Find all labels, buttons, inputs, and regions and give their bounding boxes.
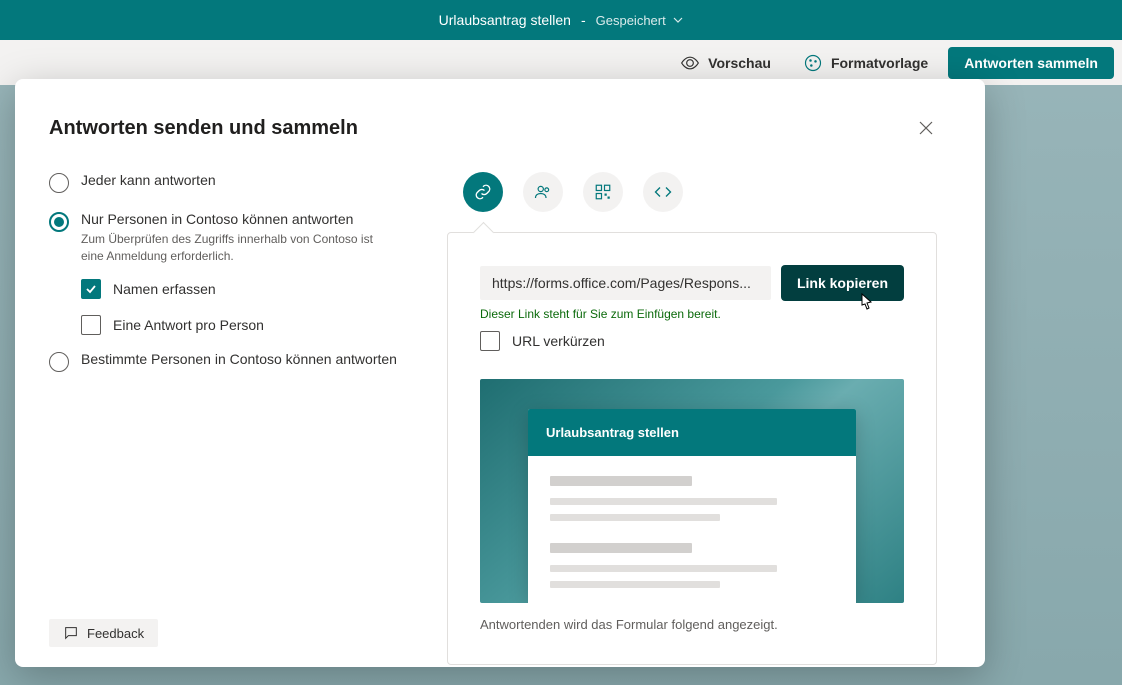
tab-embed[interactable] bbox=[643, 172, 683, 212]
palette-icon bbox=[803, 53, 823, 73]
share-link-panel: Link kopieren Dieser Link steht für Sie … bbox=[447, 232, 937, 665]
option-anyone[interactable]: Jeder kann antworten bbox=[49, 172, 419, 193]
option-record-name[interactable]: Namen erfassen bbox=[81, 279, 419, 299]
people-icon bbox=[534, 183, 552, 201]
preview-title: Urlaubsantrag stellen bbox=[528, 409, 856, 456]
title-separator: - bbox=[581, 12, 586, 28]
checkbox-icon bbox=[480, 331, 500, 351]
share-url-input[interactable] bbox=[480, 266, 771, 300]
option-specific[interactable]: Bestimmte Personen in Contoso können ant… bbox=[49, 351, 419, 372]
radio-icon bbox=[49, 173, 69, 193]
radio-icon bbox=[49, 352, 69, 372]
checkbox-icon bbox=[81, 279, 101, 299]
chat-icon bbox=[63, 625, 79, 641]
copy-status: Dieser Link steht für Sie zum Einfügen b… bbox=[480, 307, 904, 321]
code-icon bbox=[654, 183, 672, 201]
preview-caption: Antwortenden wird das Formular folgend a… bbox=[480, 617, 904, 632]
collect-responses-dialog: Antworten senden und sammeln Jeder kann … bbox=[15, 79, 985, 667]
tab-link[interactable] bbox=[463, 172, 503, 212]
copy-link-button[interactable]: Link kopieren bbox=[781, 265, 904, 301]
checkbox-icon bbox=[81, 315, 101, 335]
feedback-button[interactable]: Feedback bbox=[49, 619, 158, 647]
audience-options: Jeder kann antworten Nur Personen in Con… bbox=[49, 172, 419, 665]
shorten-url-option[interactable]: URL verkürzen bbox=[480, 331, 904, 351]
close-icon bbox=[919, 121, 933, 135]
share-method-tabs bbox=[463, 172, 937, 212]
link-icon bbox=[474, 183, 492, 201]
chevron-down-icon bbox=[673, 13, 683, 28]
option-org[interactable]: Nur Personen in Contoso können antworten… bbox=[49, 211, 419, 265]
dialog-title: Antworten senden und sammeln bbox=[49, 117, 358, 140]
save-status[interactable]: Gespeichert bbox=[596, 13, 684, 28]
app-top-bar: Urlaubsantrag stellen - Gespeichert bbox=[0, 0, 1122, 40]
preview-body bbox=[528, 456, 856, 603]
qr-code-icon bbox=[594, 183, 612, 201]
form-title[interactable]: Urlaubsantrag stellen bbox=[439, 12, 571, 28]
cursor-pointer-icon bbox=[856, 292, 876, 319]
theme-button[interactable]: Formatvorlage bbox=[791, 47, 940, 79]
option-one-response[interactable]: Eine Antwort pro Person bbox=[81, 315, 419, 335]
tab-qr[interactable] bbox=[583, 172, 623, 212]
collect-responses-button[interactable]: Antworten sammeln bbox=[948, 47, 1114, 79]
tab-invite[interactable] bbox=[523, 172, 563, 212]
eye-icon bbox=[680, 53, 700, 73]
preview-button[interactable]: Vorschau bbox=[668, 47, 783, 79]
form-preview: Urlaubsantrag stellen bbox=[480, 379, 904, 603]
radio-icon bbox=[49, 212, 69, 232]
close-button[interactable] bbox=[915, 117, 937, 144]
